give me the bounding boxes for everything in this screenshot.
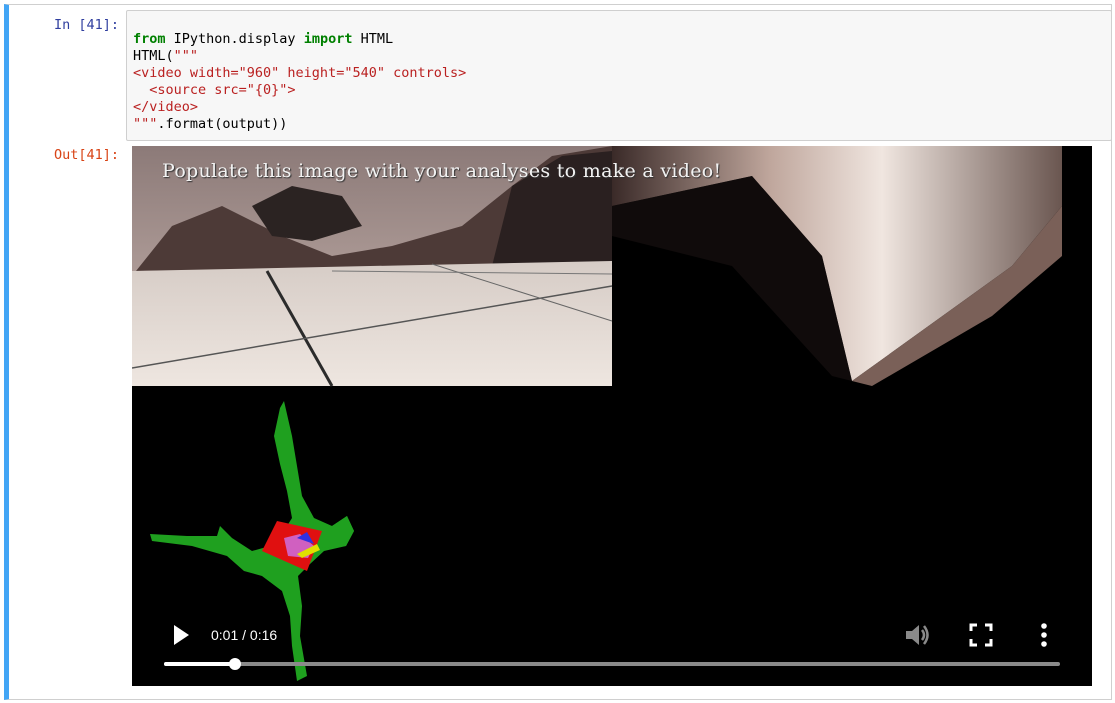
seek-bar[interactable] xyxy=(164,658,1060,670)
code-line-3: <video width="960" height="540" controls… xyxy=(133,65,467,81)
keyword-from: from xyxy=(133,31,166,47)
code-line-6: """.format(output)) xyxy=(133,116,287,132)
code-line-5: </video> xyxy=(133,99,199,115)
play-icon xyxy=(174,625,189,645)
seek-bar-handle[interactable] xyxy=(229,658,242,670)
code-module: IPython.display xyxy=(165,31,304,47)
input-prompt: In [41]: xyxy=(53,17,119,33)
code-string-close: """ xyxy=(133,116,158,132)
rover-camera-view xyxy=(132,146,613,387)
volume-icon xyxy=(906,625,929,645)
video-player[interactable]: Populate this image with your analyses t… xyxy=(132,146,1092,686)
time-display: 0:01 / 0:16 xyxy=(211,627,278,643)
keyword-import: import xyxy=(303,31,353,47)
code-format-call: .format(output)) xyxy=(157,116,288,132)
perspective-transform-view xyxy=(612,146,1062,386)
code-line-1: from IPython.display import HTML xyxy=(133,31,393,47)
code-string-open: """ xyxy=(173,48,199,64)
video-overlay-caption: Populate this image with your analyses t… xyxy=(162,160,722,182)
notebook-cell[interactable]: In [41]: from IPython.display import HTM… xyxy=(4,4,1112,700)
seek-bar-played xyxy=(164,662,236,666)
code-call: HTML( xyxy=(133,48,174,64)
code-editor[interactable]: from IPython.display import HTML HTML(""… xyxy=(126,10,1112,141)
fullscreen-button[interactable] xyxy=(968,622,994,648)
more-options-button[interactable] xyxy=(1034,620,1054,650)
fullscreen-icon xyxy=(969,623,993,647)
code-line-2: HTML(""" xyxy=(133,48,198,64)
play-button[interactable] xyxy=(170,622,192,648)
code-line-4: <source src="{0}"> xyxy=(133,82,296,98)
output-prompt: Out[41]: xyxy=(53,147,119,163)
video-controls: 0:01 / 0:16 xyxy=(132,586,1092,686)
mute-button[interactable] xyxy=(902,620,932,650)
more-options-icon xyxy=(1041,623,1047,647)
code-name: HTML xyxy=(352,31,394,47)
